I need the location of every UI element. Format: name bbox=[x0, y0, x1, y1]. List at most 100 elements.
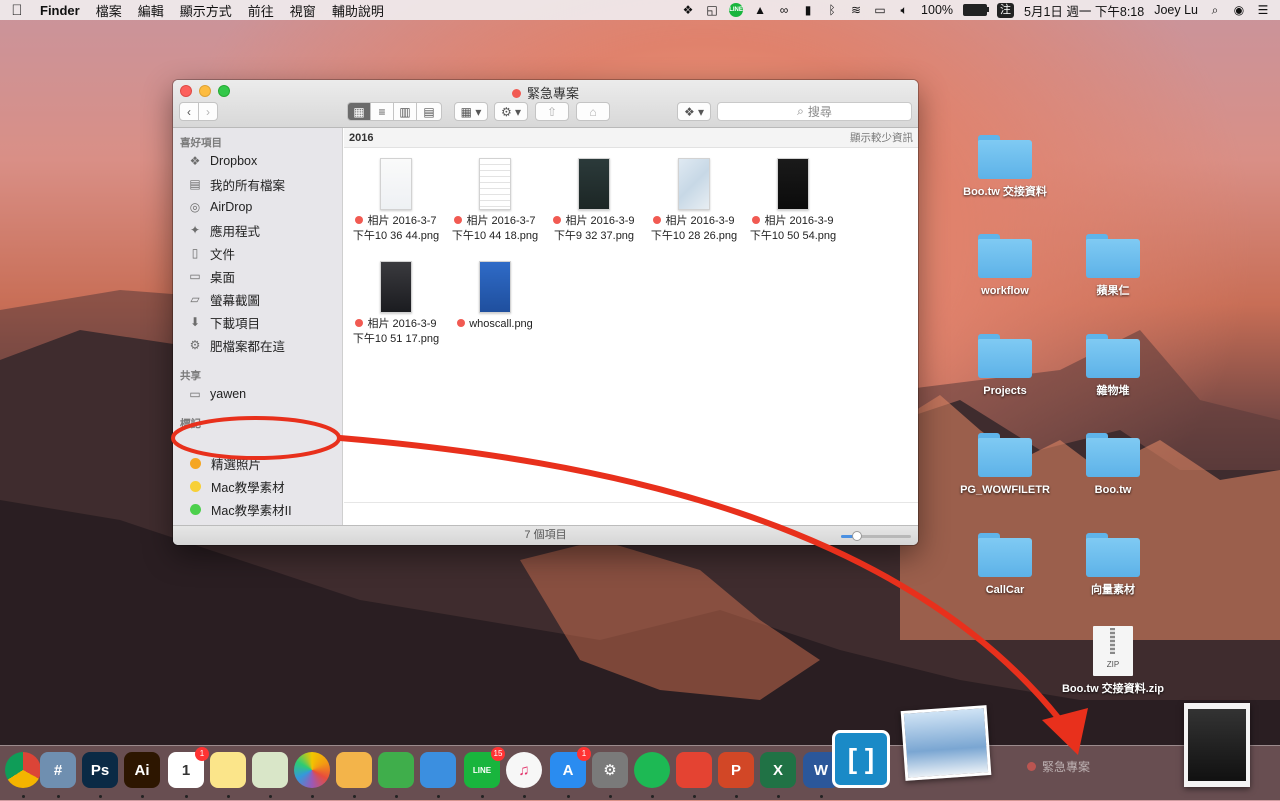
numbers-icon[interactable] bbox=[378, 752, 414, 788]
sidebar-item-all-files[interactable]: ▤ 我的所有檔案 bbox=[187, 174, 285, 194]
desktop-folder-workflow[interactable]: workflow bbox=[950, 234, 1060, 298]
spotify-icon[interactable] bbox=[634, 752, 670, 788]
menu-go[interactable]: 前往 bbox=[248, 1, 274, 20]
excel-icon[interactable]: X bbox=[760, 752, 796, 788]
menu-file[interactable]: 檔案 bbox=[96, 1, 122, 20]
sidebar-item-documents[interactable]: ▯ 文件 bbox=[187, 243, 235, 263]
menu-view[interactable]: 顯示方式 bbox=[180, 1, 232, 20]
sidebar-tag-mac-material[interactable]: Mac教學素材 bbox=[187, 476, 285, 496]
file-item[interactable]: 相片 2016-3-9 下午9 32 37.png bbox=[544, 158, 644, 244]
sidebar-item-desktop[interactable]: ▭ 桌面 bbox=[187, 266, 235, 286]
sidebar-tag-featured-photos[interactable]: 精選照片 bbox=[187, 453, 261, 473]
battery-icon[interactable] bbox=[963, 4, 990, 16]
search-icon: ⌕ bbox=[797, 104, 804, 118]
airplay-icon[interactable]: ▭ bbox=[873, 2, 887, 18]
line-status-icon[interactable]: LINE bbox=[729, 3, 744, 17]
dock-drop-target[interactable]: 緊急專案 bbox=[1027, 758, 1090, 775]
file-item[interactable]: whoscall.png bbox=[445, 261, 545, 332]
sidebar-item-screenshots[interactable]: ▱ 螢幕截圖 bbox=[187, 289, 260, 309]
icon-view-button[interactable]: ▦ bbox=[347, 102, 371, 121]
file-item[interactable]: 相片 2016-3-7 下午10 36 44.png bbox=[346, 158, 446, 244]
desktop-folder-vector[interactable]: 向量素材 bbox=[1058, 533, 1168, 597]
system-preferences-icon[interactable]: ⚙ bbox=[592, 752, 628, 788]
tags-button[interactable]: ⌂ bbox=[576, 102, 610, 121]
desktop-folder-boo-handover[interactable]: Boo.tw 交接資料 bbox=[950, 135, 1060, 199]
battery-percent[interactable]: 100% bbox=[921, 3, 953, 17]
google-drive-icon[interactable]: ▲ bbox=[753, 2, 767, 18]
dropbox-toolbar-button[interactable]: ❖ ▾ bbox=[677, 102, 711, 121]
sidebar-item-airdrop[interactable]: ◎ AirDrop bbox=[187, 197, 253, 217]
action-gear-button[interactable]: ⚙ ▾ bbox=[494, 102, 528, 121]
wifi-icon[interactable]: ≋ bbox=[849, 2, 863, 18]
volume-icon[interactable]: 🔈︎ bbox=[897, 2, 911, 18]
menu-app-name[interactable]: Finder bbox=[40, 3, 80, 18]
notes-icon[interactable] bbox=[210, 752, 246, 788]
photos-icon[interactable] bbox=[294, 752, 330, 788]
menu-edit[interactable]: 編輯 bbox=[138, 1, 164, 20]
dock-stack-thumbnail[interactable] bbox=[1184, 703, 1250, 787]
file-item[interactable]: 相片 2016-3-9 下午10 51 17.png bbox=[346, 261, 446, 347]
dropbox-status-icon[interactable]: ❖ bbox=[681, 2, 695, 18]
xcode-simulator-icon[interactable]: # bbox=[40, 752, 76, 788]
itunes-icon[interactable]: ♫ bbox=[506, 752, 542, 788]
cover-flow-button[interactable]: ▤ bbox=[416, 102, 442, 121]
sidebar-item-downloads[interactable]: ⬇ 下載項目 bbox=[187, 312, 260, 332]
desktop-folder-boo-tw[interactable]: Boo.tw bbox=[1058, 433, 1168, 497]
line-icon[interactable]: LINE 15 bbox=[464, 747, 505, 788]
search-field[interactable]: ⌕ 搜尋 bbox=[717, 102, 912, 121]
gear-folder-icon: ⚙ bbox=[189, 338, 201, 352]
menu-user[interactable]: Joey Lu bbox=[1154, 3, 1198, 17]
desktop-folder-misc[interactable]: 雜物堆 bbox=[1058, 334, 1168, 398]
desktop-folder-pg-wowfiletr[interactable]: PG_WOWFILETR bbox=[950, 433, 1060, 497]
back-button[interactable]: ‹ bbox=[179, 102, 199, 121]
documents-icon: ▯ bbox=[191, 246, 199, 260]
desktop-folder-callcar[interactable]: CallCar bbox=[950, 533, 1060, 597]
preview-icon[interactable] bbox=[252, 752, 288, 788]
chrome-icon[interactable] bbox=[5, 752, 41, 788]
sidebar-item-yawen[interactable]: ▭ yawen bbox=[187, 384, 246, 404]
input-method-icon[interactable]: 注 bbox=[997, 2, 1015, 18]
screen-capture-icon[interactable]: ◱ bbox=[705, 2, 719, 18]
powerpoint-icon[interactable]: P bbox=[718, 752, 754, 788]
menu-clock[interactable]: 5月1日 週一 下午8:18 bbox=[1024, 1, 1144, 20]
forward-button[interactable]: › bbox=[198, 102, 218, 121]
running-indicator bbox=[693, 795, 696, 798]
menu-window[interactable]: 視窗 bbox=[290, 1, 316, 20]
pages-icon[interactable] bbox=[336, 752, 372, 788]
menu-help[interactable]: 輔助說明 bbox=[332, 1, 384, 20]
app-store-icon[interactable]: A1 bbox=[550, 747, 591, 788]
keynote-icon[interactable] bbox=[420, 752, 456, 788]
file-item[interactable]: 相片 2016-3-7 下午10 44 18.png bbox=[445, 158, 545, 244]
downloads-icon: ⬇ bbox=[189, 315, 201, 329]
clipboard-icon[interactable]: ▮ bbox=[801, 2, 815, 18]
show-less-link[interactable]: 顯示較少資訊 bbox=[850, 130, 913, 145]
list-view-button[interactable]: ≡ bbox=[370, 102, 394, 121]
running-indicator bbox=[437, 795, 440, 798]
share-button[interactable]: ⇧ bbox=[535, 102, 569, 121]
apple-menu-icon[interactable]:  bbox=[10, 2, 24, 19]
sidebar-item-applications[interactable]: ✦ 應用程式 bbox=[187, 220, 260, 240]
sidebar-tag-mac-material-ii[interactable]: Mac教學素材II bbox=[187, 499, 292, 519]
file-item[interactable]: 相片 2016-3-9 下午10 50 54.png bbox=[743, 158, 843, 244]
siri-icon[interactable]: ◉ bbox=[1232, 2, 1246, 18]
sidebar-item-dropbox[interactable]: ❖ Dropbox bbox=[187, 151, 258, 171]
photoshop-icon[interactable]: Ps bbox=[82, 752, 118, 788]
spotlight-search-icon[interactable]: ⌕ bbox=[1208, 2, 1222, 18]
calendar-icon[interactable]: 11 bbox=[168, 747, 209, 788]
todoist-icon[interactable] bbox=[676, 752, 712, 788]
arrange-button[interactable]: ▦ ▾ bbox=[454, 102, 488, 121]
brackets-icon[interactable]: [ ] bbox=[832, 730, 890, 788]
notification-center-icon[interactable]: ☰ bbox=[1256, 2, 1270, 18]
illustrator-icon[interactable]: Ai bbox=[124, 752, 160, 788]
slider-knob[interactable] bbox=[852, 531, 862, 541]
desktop-folder-applenut[interactable]: 蘋果仁 bbox=[1058, 234, 1168, 298]
file-item[interactable]: 相片 2016-3-9 下午10 28 26.png bbox=[644, 158, 744, 244]
bluetooth-icon[interactable]: ᛒ bbox=[825, 2, 839, 18]
desktop-folder-projects[interactable]: Projects bbox=[950, 334, 1060, 398]
creative-cloud-icon[interactable]: ∞ bbox=[777, 2, 791, 18]
icon-size-slider[interactable] bbox=[841, 531, 911, 541]
column-view-button[interactable]: ▥ bbox=[393, 102, 417, 121]
image-capture-icon[interactable] bbox=[900, 705, 992, 781]
desktop-zip-boo-handover[interactable]: ZIP Boo.tw 交接資料.zip bbox=[1058, 626, 1168, 696]
sidebar-item-big-files[interactable]: ⚙ 肥檔案都在這 bbox=[187, 335, 285, 355]
